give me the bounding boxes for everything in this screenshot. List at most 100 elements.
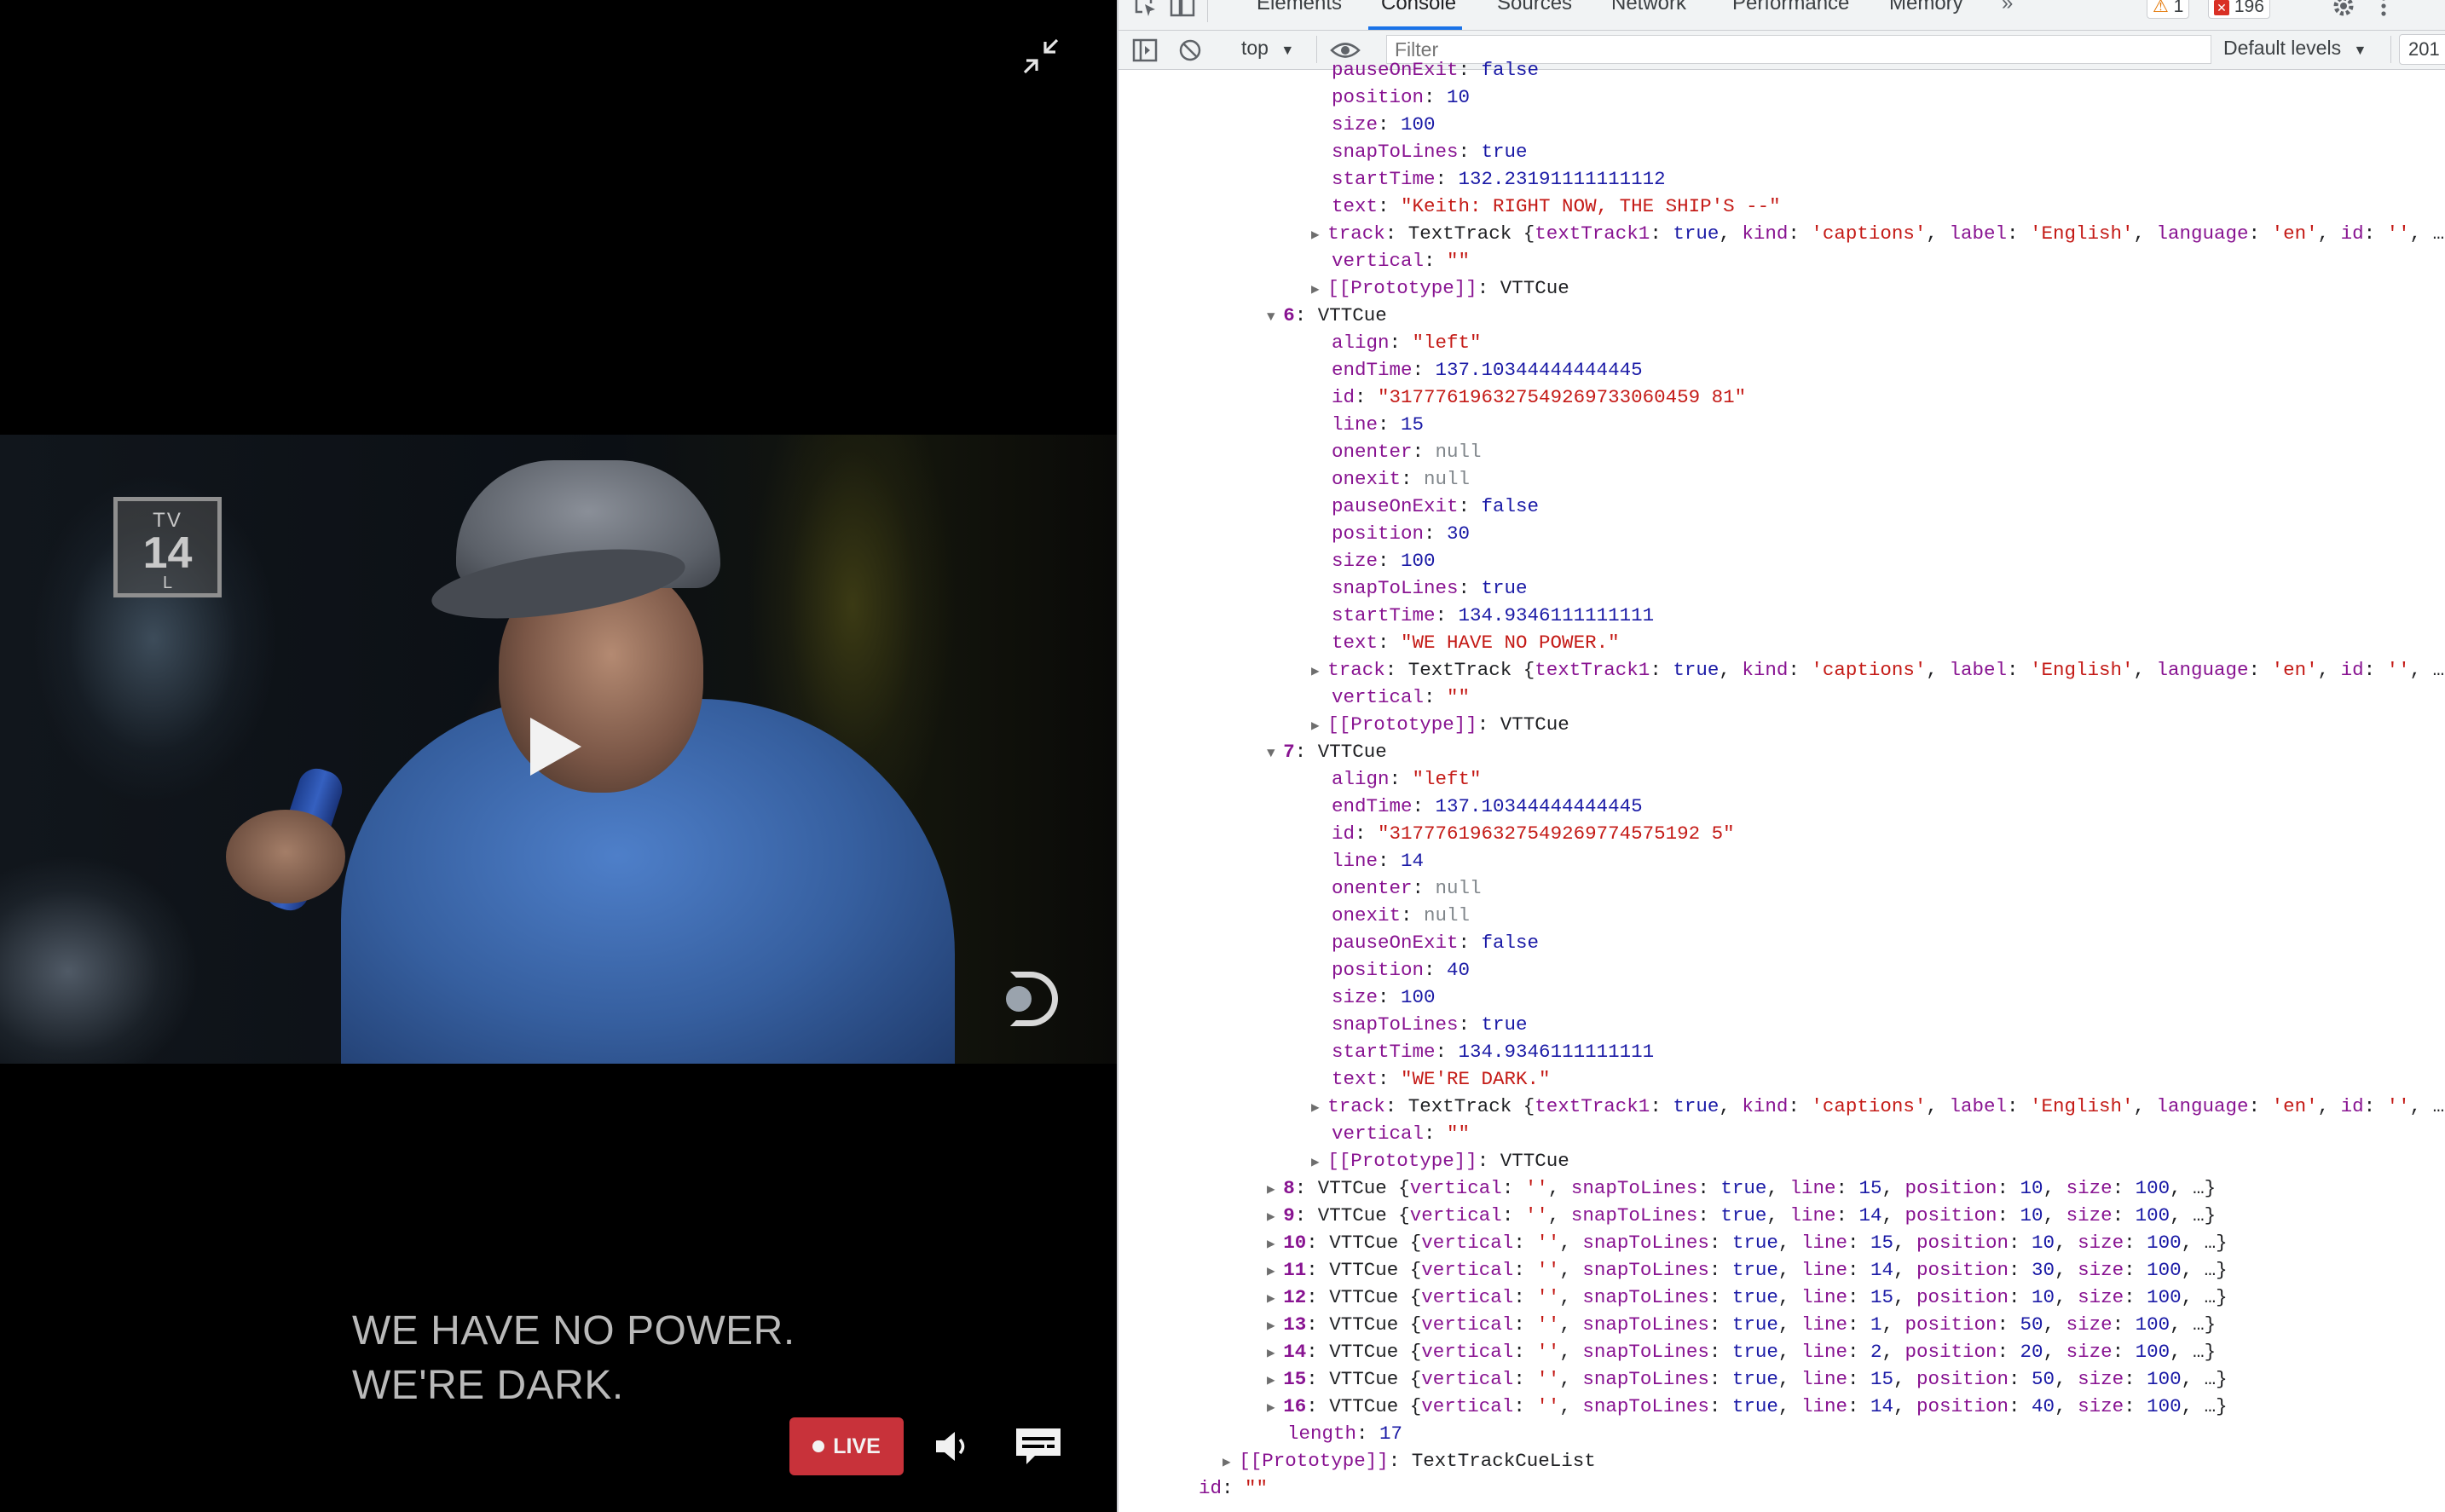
console-line[interactable]: ▶ 13: VTTCue {vertical: '', snapToLines:… [1267,1311,2216,1338]
console-line: snapToLines: true [1332,574,1528,602]
more-tabs-icon[interactable]: » [2002,0,2013,15]
console-toolbar: top ▼ Default levels ▼ 201 Issues: ✕ 196… [1118,31,2445,70]
tab-network[interactable]: Network [1611,0,1686,15]
more-options-icon[interactable] [2377,0,2390,19]
expand-triangle-icon[interactable]: ▶ [1311,282,1327,297]
expand-triangle-icon[interactable]: ▶ [1311,1155,1327,1170]
console-token: : [1708,1368,1732,1390]
console-line[interactable]: ▼ 6: VTTCue [1267,302,1387,329]
console-token: : [2112,1313,2136,1336]
settings-gear-icon[interactable] [2331,0,2356,19]
device-toolbar-icon[interactable] [1170,0,1195,19]
expand-triangle-icon[interactable]: ▶ [1267,1264,1283,1279]
console-output[interactable]: pauseOnExit: false position: 10 size: 100 s… [1118,59,2445,1512]
console-token: , [1881,1177,1905,1199]
tab-console[interactable]: Console [1381,0,1456,15]
live-dot-icon [812,1440,825,1452]
console-line[interactable]: ▶ [[Prototype]]: VTTCue [1311,1147,1569,1174]
expand-triangle-icon[interactable]: ▶ [1267,1291,1283,1307]
console-token: 100 [2147,1259,2182,1281]
console-line: startTime: 132.23191111111112 [1332,165,1666,193]
console-token: 30 [2032,1259,2055,1281]
console-line[interactable]: ▶ [[Prototype]]: VTTCue [1311,274,1569,302]
expand-triangle-icon[interactable]: ▶ [1311,1100,1327,1116]
show-sidebar-icon[interactable] [1132,38,1158,62]
console-token: "317776196327549269774575192 5" [1378,822,1735,845]
play-icon[interactable] [530,718,581,776]
console-token: : VTTCue [1477,277,1569,299]
expand-triangle-icon[interactable]: ▶ [1311,718,1327,734]
console-token: label [1949,1095,2007,1117]
console-token: true [1673,222,1720,245]
expand-triangle-icon[interactable]: ▶ [1311,664,1327,679]
expand-triangle-icon[interactable]: ▶ [1222,1455,1239,1470]
closed-captions-icon[interactable] [1014,1427,1062,1468]
collapse-triangle-icon[interactable]: ▼ [1267,309,1283,325]
devtools-panel[interactable]: Elements Console Sources Network Perform… [1117,0,2445,1512]
expand-triangle-icon[interactable]: ▶ [1267,1209,1283,1225]
clear-console-icon[interactable] [1178,38,1202,62]
expand-triangle-icon[interactable]: ▶ [1267,1373,1283,1388]
console-line[interactable]: ▶ 9: VTTCue {vertical: '', snapToLines: … [1267,1202,2216,1229]
console-token: , [1559,1341,1583,1363]
rating-bottom: L [162,574,173,592]
context-selector[interactable]: top ▼ [1241,37,1294,60]
console-token: "left" [1412,332,1482,354]
console-token: snapToLines [1582,1368,1709,1390]
console-token: position [1916,1395,2009,1417]
errors-counter[interactable]: ✕ 196 [2208,0,2270,19]
console-line[interactable]: ▶ 8: VTTCue {vertical: '', snapToLines: … [1267,1174,2216,1202]
console-line[interactable]: ▶ [[Prototype]]: VTTCue [1311,711,1569,738]
console-token: 7 [1283,741,1295,763]
video-player[interactable]: TV 14 L WE HAVE NO POWER. WE'RE DARK. LI… [0,0,1117,1512]
console-token: 132.23191111111112 [1458,168,1666,190]
console-line[interactable]: ▶ track: TextTrack {textTrack1: true, ki… [1311,656,2445,684]
expand-triangle-icon[interactable]: ▶ [1267,1319,1283,1334]
expand-triangle-icon[interactable]: ▶ [1311,228,1327,243]
tab-memory[interactable]: Memory [1889,0,1963,15]
console-line[interactable]: ▶ track: TextTrack {textTrack1: true, ki… [1311,1093,2445,1120]
console-token: 10 [1283,1232,1307,1254]
log-levels-dropdown[interactable]: Default levels ▼ [2223,37,2367,60]
console-line[interactable]: ▶ 10: VTTCue {vertical: '', snapToLines:… [1267,1229,2228,1256]
console-line[interactable]: ▶ 14: VTTCue {vertical: '', snapToLines:… [1267,1338,2216,1365]
expand-triangle-icon[interactable]: ▶ [1267,1346,1283,1361]
console-line: position: 40 [1332,956,1470,984]
console-token: : [2006,659,2030,681]
console-token: , [2055,1286,2078,1308]
console-line[interactable]: ▼ 7: VTTCue [1267,738,1387,765]
expand-triangle-icon[interactable]: ▶ [1267,1400,1283,1416]
volume-icon[interactable] [931,1425,974,1468]
inspect-element-icon[interactable] [1134,0,1158,19]
console-token: : [1412,359,1436,381]
console-line[interactable]: ▶ track: TextTrack {textTrack1: true, ki… [1311,220,2445,247]
console-token: 14 [1401,850,1425,872]
console-token: , [1719,1095,1743,1117]
console-token: 100 [2135,1341,2170,1363]
console-token: , [1559,1395,1583,1417]
devtools-tab-bar: Elements Console Sources Network Perform… [1118,0,2445,31]
console-line[interactable]: ▶ 15: VTTCue {vertical: '', snapToLines:… [1267,1365,2228,1393]
console-token: true [1673,659,1720,681]
expand-triangle-icon[interactable]: ▶ [1267,1182,1283,1197]
console-token: '' [2386,222,2410,245]
exit-fullscreen-icon[interactable] [1023,38,1059,74]
tab-performance[interactable]: Performance [1732,0,1849,15]
console-token: , …} [2409,659,2445,681]
console-token: 15 [1870,1232,1893,1254]
tab-elements[interactable]: Elements [1257,0,1342,15]
console-line[interactable]: ▶ [[Prototype]]: TextTrackCueList [1222,1447,1596,1474]
warnings-counter[interactable]: ⚠ 1 [2147,0,2190,19]
console-line[interactable]: ▶ 11: VTTCue {vertical: '', snapToLines:… [1267,1256,2228,1284]
collapse-triangle-icon[interactable]: ▼ [1267,746,1283,761]
console-token: : VTTCue { [1306,1341,1422,1363]
console-line[interactable]: ▶ 12: VTTCue {vertical: '', snapToLines:… [1267,1284,2228,1311]
expand-triangle-icon[interactable]: ▶ [1267,1237,1283,1252]
console-token: : [1708,1313,1732,1336]
console-line[interactable]: ▶ 16: VTTCue {vertical: '', snapToLines:… [1267,1393,2228,1420]
console-token: 10 [2032,1232,2055,1254]
issues-button[interactable]: 201 Issues: ✕ 196 5 [2399,34,2445,65]
tab-sources[interactable]: Sources [1497,0,1572,15]
console-token: size [2066,1204,2113,1226]
live-button[interactable]: LIVE [789,1417,904,1475]
